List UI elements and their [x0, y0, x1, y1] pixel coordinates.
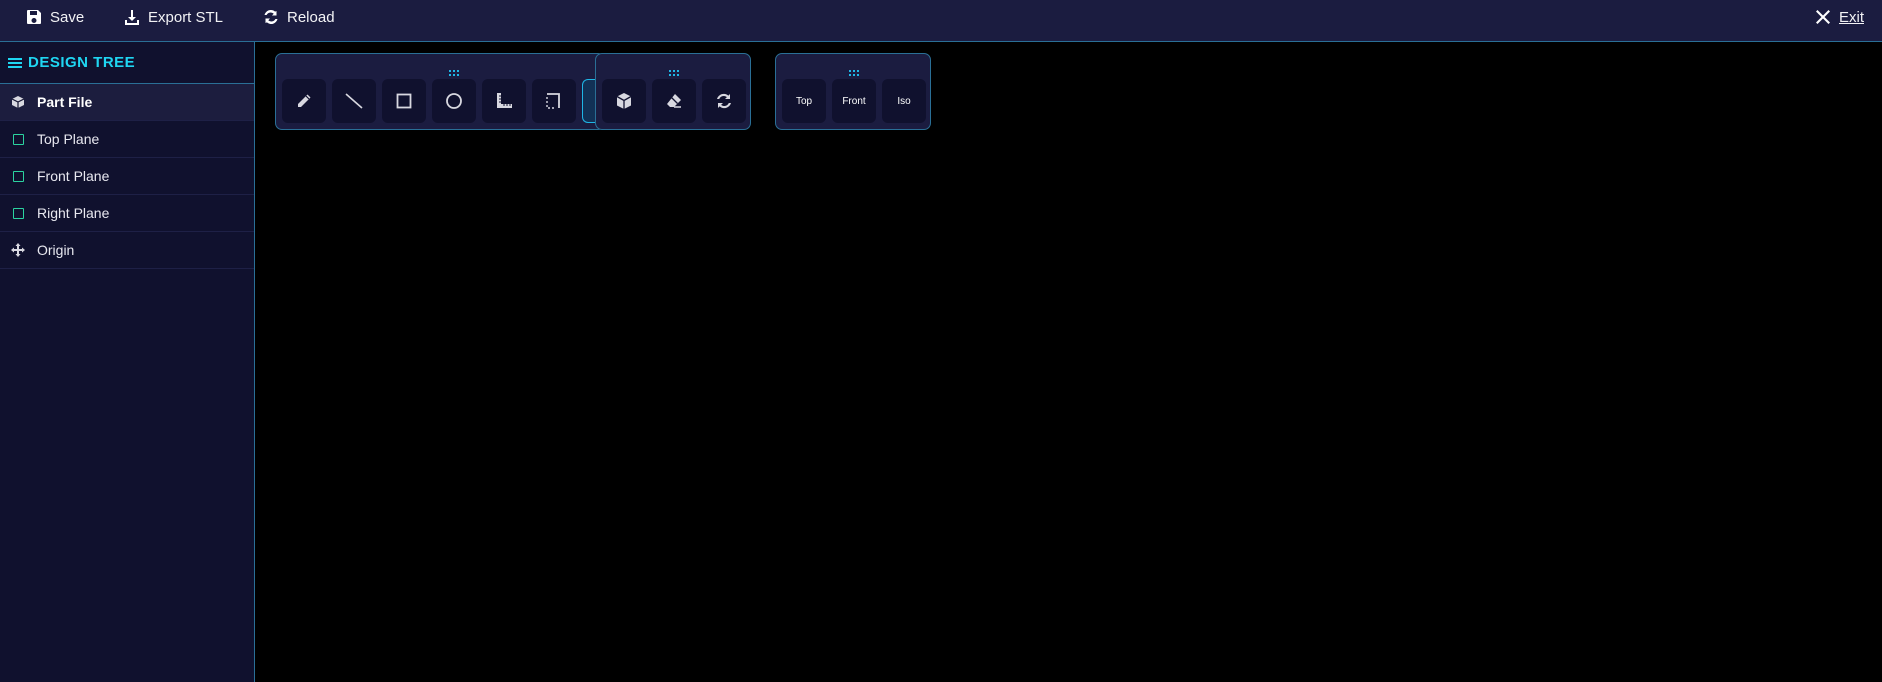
offset-icon: [546, 93, 560, 109]
drag-handle-icon[interactable]: [669, 63, 679, 76]
view-iso-label: Iso: [897, 95, 911, 107]
close-icon: [1815, 10, 1830, 24]
save-button[interactable]: Save: [26, 0, 84, 34]
sync-tool-button[interactable]: [702, 79, 746, 123]
feature-toolbar: [595, 53, 751, 130]
download-icon: [125, 10, 139, 25]
plane-icon: [11, 206, 25, 220]
sync-icon: [717, 93, 731, 109]
rectangle-tool-button[interactable]: [382, 79, 426, 123]
drag-handle-icon[interactable]: [449, 63, 459, 76]
design-tree-panel: DESIGN TREE Part File Top Plane Front Pl…: [0, 42, 255, 682]
plane-icon: [11, 132, 25, 146]
export-stl-label: Export STL: [148, 8, 224, 26]
view-top-button[interactable]: Top: [782, 79, 826, 123]
save-label: Save: [50, 8, 85, 26]
cube-icon: [11, 95, 25, 109]
line-tool-button[interactable]: [332, 79, 376, 123]
tree-item-origin[interactable]: Origin: [0, 232, 254, 269]
tree-item-label: Origin: [37, 242, 75, 258]
exit-label: Exit: [1838, 8, 1864, 26]
circle-icon: [446, 93, 462, 109]
top-toolbar: Save Export STL Reload Exit: [0, 0, 1882, 42]
pencil-tool-button[interactable]: [282, 79, 326, 123]
circle-tool-button[interactable]: [432, 79, 476, 123]
reload-icon: [264, 9, 278, 25]
design-tree-title: DESIGN TREE: [28, 54, 136, 71]
save-icon: [27, 10, 41, 24]
eraser-icon: [667, 94, 681, 108]
tree-item-label: Part File: [37, 94, 93, 110]
view-iso-button[interactable]: Iso: [882, 79, 926, 123]
tree-item-right-plane[interactable]: Right Plane: [0, 195, 254, 232]
export-stl-button[interactable]: Export STL: [124, 0, 223, 34]
eraser-tool-button[interactable]: [652, 79, 696, 123]
cube-icon: [616, 93, 632, 109]
plane-icon: [11, 169, 25, 183]
tree-item-part-file[interactable]: Part File: [0, 84, 254, 121]
viewport-canvas[interactable]: [256, 42, 1882, 682]
tree-item-label: Top Plane: [37, 131, 100, 147]
exit-button[interactable]: Exit: [1815, 0, 1864, 34]
view-front-label: Front: [842, 95, 866, 107]
sketch-toolbar: [275, 53, 605, 130]
reload-button[interactable]: Reload: [263, 0, 335, 34]
design-tree-header: DESIGN TREE: [0, 42, 254, 84]
move-icon: [11, 243, 25, 257]
menu-icon: [8, 57, 22, 68]
tree-item-top-plane[interactable]: Top Plane: [0, 121, 254, 158]
reload-label: Reload: [287, 8, 335, 26]
line-icon: [345, 93, 363, 109]
offset-tool-button[interactable]: [532, 79, 576, 123]
ruler-icon: [497, 93, 512, 108]
rectangle-icon: [396, 93, 412, 109]
tree-item-front-plane[interactable]: Front Plane: [0, 158, 254, 195]
drag-handle-icon[interactable]: [849, 63, 859, 76]
view-front-button[interactable]: Front: [832, 79, 876, 123]
view-toolbar: Top Front Iso: [775, 53, 931, 130]
pencil-icon: [298, 94, 311, 107]
tree-item-label: Front Plane: [37, 168, 110, 184]
extrude-tool-button[interactable]: [602, 79, 646, 123]
ruler-tool-button[interactable]: [482, 79, 526, 123]
view-top-label: Top: [795, 95, 813, 107]
tree-item-label: Right Plane: [37, 205, 110, 221]
